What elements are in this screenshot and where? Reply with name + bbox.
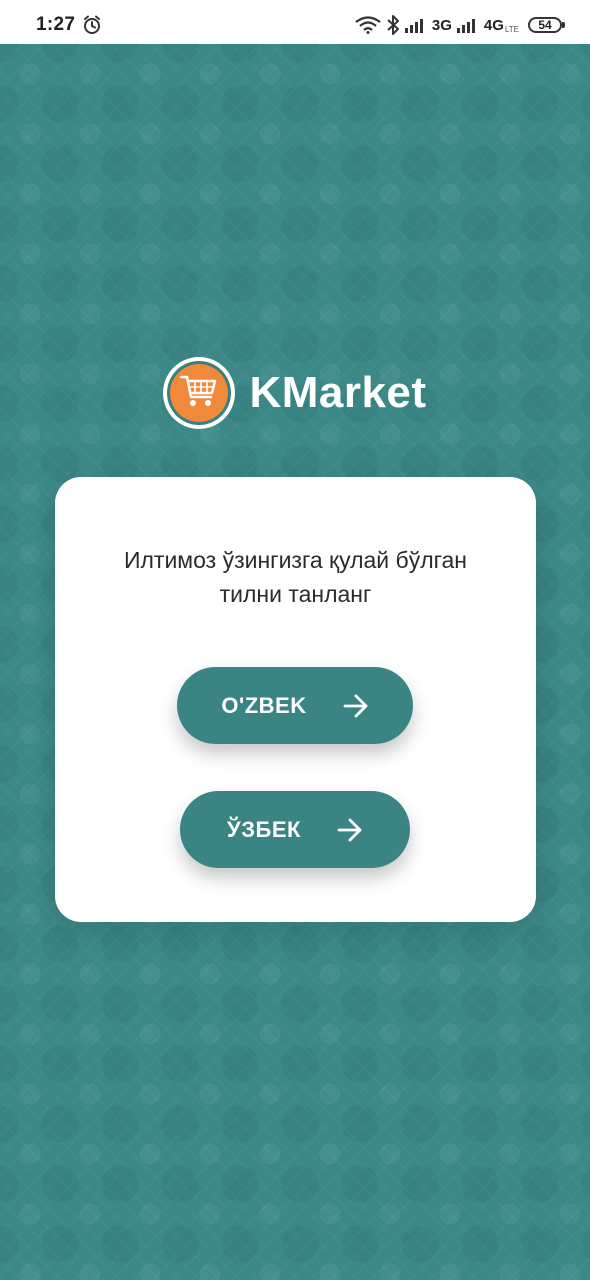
uzbek-latin-button[interactable]: O'ZBEK <box>177 667 413 744</box>
language-card: Илтимоз ўзингизга қулай бўлган тилни тан… <box>55 477 536 922</box>
battery-level: 54 <box>538 18 552 32</box>
brand-header: KMarket <box>0 357 590 429</box>
status-bar: 1:27 3G 4G LTE 54 <box>0 0 590 44</box>
network-type-1: 3G <box>431 16 452 34</box>
signal-icon <box>404 17 427 33</box>
shopping-cart-icon <box>179 373 219 414</box>
uzbek-cyrillic-button[interactable]: ЎЗБЕК <box>180 791 410 868</box>
brand-logo <box>163 357 236 429</box>
signal-icon <box>456 17 479 33</box>
language-prompt-line-2: тилни танланг <box>219 581 372 607</box>
network-subtype: LTE <box>504 24 519 34</box>
wifi-icon <box>355 16 381 34</box>
network-type-2: 4G <box>483 16 504 34</box>
app-name: KMarket <box>249 368 427 417</box>
bluetooth-icon <box>386 15 400 35</box>
arrow-right-icon <box>343 694 369 718</box>
arrow-right-icon <box>337 818 363 842</box>
battery-icon: 54 <box>528 17 565 33</box>
uzbek-latin-label: O'ZBEK <box>221 692 307 718</box>
status-time: 1:27 <box>36 14 76 35</box>
status-indicators: 3G 4G LTE 54 <box>355 14 565 36</box>
uzbek-cyrillic-label: ЎЗБЕК <box>227 816 301 842</box>
language-prompt: Илтимоз ўзингизга қулай бўлган тилни тан… <box>85 543 506 611</box>
alarm-icon <box>82 15 102 35</box>
language-prompt-line-1: Илтимоз ўзингизга қулай бўлган <box>123 547 468 573</box>
